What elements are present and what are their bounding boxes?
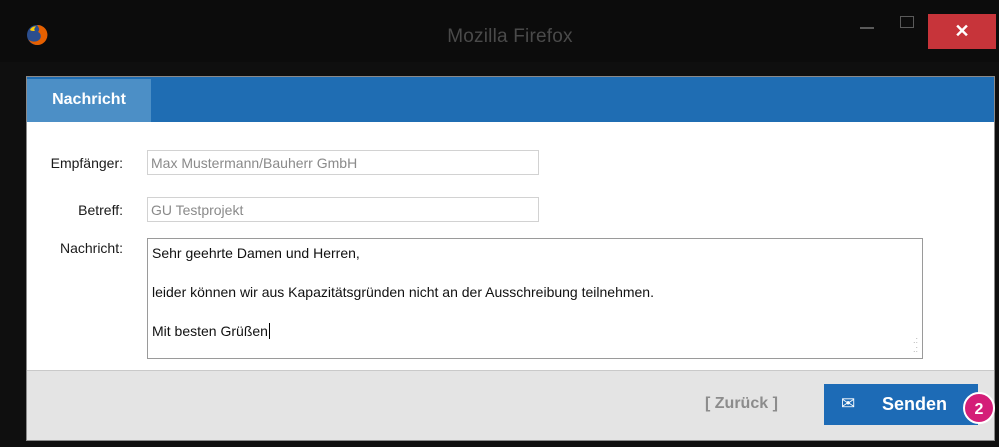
send-button-label: Senden (882, 394, 948, 414)
subject-label: Betreff: (78, 202, 123, 218)
close-icon: ✕ (954, 21, 970, 41)
message-dialog: Nachricht Empfänger: Max Mustermann/Bauh… (26, 76, 995, 441)
recipient-label: Empfänger: (50, 155, 123, 171)
subject-field[interactable]: GU Testprojekt (147, 197, 539, 222)
window-title: Mozilla Firefox (447, 26, 573, 47)
text-cursor (268, 323, 270, 339)
message-line-last: Mit besten Grüßen (152, 323, 918, 339)
envelope-icon: ✉ (841, 394, 856, 413)
recipient-field[interactable]: Max Mustermann/Bauherr GmbH (147, 150, 539, 175)
message-line: leider können wir aus Kapazitätsgründen … (152, 284, 654, 300)
title-bar: Mozilla Firefox ✕ (0, 0, 999, 62)
step-badge: 2 (963, 392, 995, 424)
tab-nachricht[interactable]: Nachricht (27, 79, 151, 122)
minimize-icon[interactable] (860, 27, 874, 29)
browser-window: Mozilla Firefox ✕ Nachricht Empfänger: M… (0, 0, 999, 447)
message-line: Sehr geehrte Damen und Herren, (152, 245, 360, 261)
close-button[interactable]: ✕ (928, 14, 996, 49)
resize-grip-icon[interactable]: .:.: (913, 336, 918, 354)
maximize-icon[interactable] (900, 16, 914, 28)
message-textarea[interactable]: Sehr geehrte Damen und Herren, leider kö… (147, 238, 923, 359)
back-button[interactable]: [ Zurück ] (705, 395, 778, 413)
message-line: Mit besten Grüßen (152, 323, 268, 339)
tab-bar: Nachricht (27, 77, 994, 122)
message-label: Nachricht: (59, 240, 123, 256)
message-form: Empfänger: Max Mustermann/Bauherr GmbH B… (27, 122, 994, 371)
dialog-footer: [ Zurück ] ✉ Senden (27, 371, 994, 440)
send-button[interactable]: ✉ Senden (824, 384, 978, 425)
